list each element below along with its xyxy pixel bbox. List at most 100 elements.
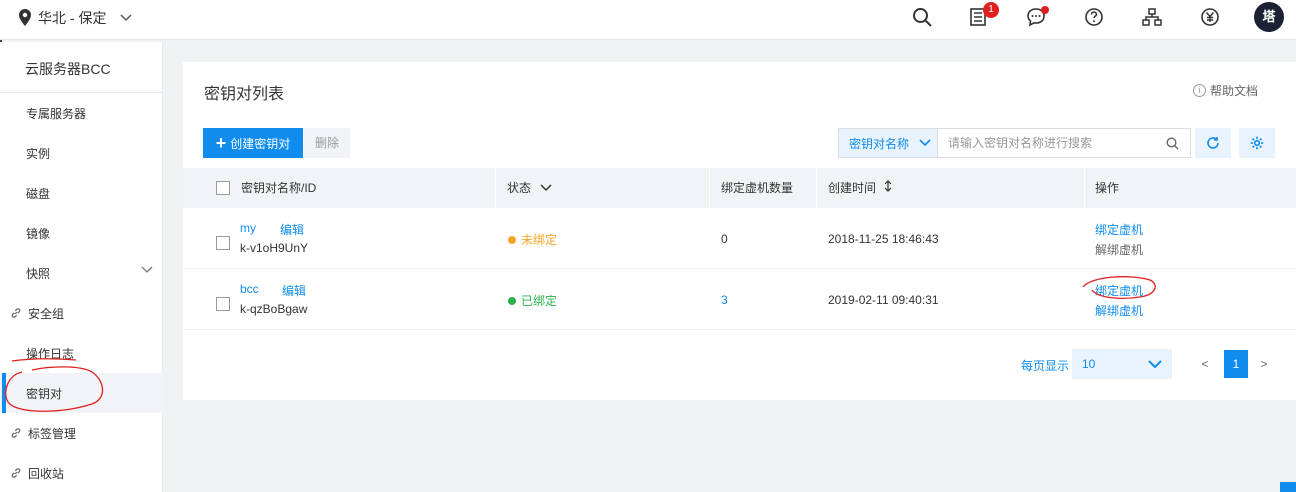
sidebar-item-snapshots[interactable]: 快照: [0, 253, 163, 293]
sidebar-item-security-groups[interactable]: 安全组: [0, 293, 163, 333]
link-icon: [11, 428, 21, 438]
link-icon: [11, 468, 21, 478]
plus-icon: +: [215, 133, 227, 153]
sidebar-item-label: 实例: [26, 146, 51, 161]
sidebar-item-label: 标签管理: [28, 426, 77, 441]
help-docs-label: 帮助文档: [1210, 84, 1259, 98]
region-selector[interactable]: 华北 - 保定: [18, 8, 132, 28]
delete-button[interactable]: 删除: [304, 128, 350, 158]
sidebar-item-tags[interactable]: 标签管理: [0, 413, 163, 453]
chevron-down-icon: [919, 139, 931, 147]
link-icon: [11, 308, 21, 318]
keypair-id: k-v1oH9UnY: [240, 241, 309, 255]
bind-vm-link[interactable]: 绑定虚机: [1095, 282, 1143, 299]
per-page-select[interactable]: 10: [1072, 349, 1172, 379]
created-time: 2019-02-11 09:40:31: [828, 293, 939, 307]
create-keypair-label: 创建密钥对: [230, 136, 291, 151]
status-badge: 已绑定: [508, 292, 557, 309]
sidebar-item-label: 密钥对: [26, 386, 63, 401]
sort-icon: [884, 180, 892, 192]
bound-count-link[interactable]: 3: [721, 293, 728, 307]
status-dot: [508, 296, 516, 305]
sidebar-item-dedicated[interactable]: 专属服务器: [0, 93, 163, 133]
column-bound-count: 绑定虚机数量: [721, 181, 794, 195]
chevron-down-icon: [120, 14, 132, 22]
message-icon[interactable]: [1025, 6, 1049, 28]
avatar[interactable]: 塔: [1254, 2, 1284, 32]
corner-widget[interactable]: [1280, 482, 1296, 492]
sidebar-item-operation-log[interactable]: 操作日志: [0, 333, 163, 373]
column-created[interactable]: 创建时间: [828, 168, 892, 208]
table-header: 密钥对名称/ID 状态 绑定虚机数量 创建时间 操作: [183, 168, 1296, 208]
help-icon[interactable]: [1083, 6, 1105, 28]
column-created-label: 创建时间: [828, 181, 877, 195]
billing-icon[interactable]: [1199, 6, 1221, 28]
column-divider: [1084, 168, 1085, 208]
info-icon: i: [1193, 84, 1206, 97]
column-status[interactable]: 状态: [507, 168, 552, 208]
search-icon: [1166, 137, 1179, 150]
bind-vm-link[interactable]: 绑定虚机: [1095, 221, 1143, 238]
page-title: 密钥对列表: [204, 86, 285, 103]
sidebar-item-label: 专属服务器: [26, 106, 87, 121]
keypair-id: k-qzBoBgaw: [240, 302, 308, 316]
column-name: 密钥对名称/ID: [241, 181, 317, 195]
top-bar: 华北 - 保定 1 塔: [0, 0, 1296, 40]
row-checkbox[interactable]: [216, 297, 230, 311]
sidebar-item-disks[interactable]: 磁盘: [0, 173, 163, 213]
status-dot: [508, 235, 516, 244]
column-divider: [816, 168, 817, 208]
edit-link[interactable]: 编辑: [282, 282, 306, 299]
page-1-button[interactable]: 1: [1224, 350, 1248, 378]
status-badge: 未绑定: [508, 231, 557, 248]
create-keypair-button[interactable]: + 创建密钥对: [203, 128, 303, 158]
search-icon[interactable]: [911, 6, 933, 28]
prev-page-button[interactable]: <: [1197, 352, 1213, 376]
sidebar-item-instances[interactable]: 实例: [0, 133, 163, 173]
row-checkbox[interactable]: [216, 236, 230, 250]
location-pin-icon: [19, 9, 31, 26]
bound-count: 0: [721, 232, 728, 246]
sidebar-item-recycle-bin[interactable]: 回收站: [0, 453, 163, 492]
column-divider: [495, 168, 496, 208]
chevron-down-icon: [1148, 359, 1162, 368]
network-icon[interactable]: [1141, 6, 1163, 28]
search-bar: 密钥对名称: [838, 128, 1191, 158]
edit-link[interactable]: 编辑: [280, 221, 304, 238]
sidebar-item-label: 镜像: [26, 226, 51, 241]
chevron-down-icon: [141, 266, 153, 273]
message-dot: [1041, 6, 1049, 14]
select-all-checkbox[interactable]: [216, 181, 230, 195]
sidebar-item-label: 回收站: [28, 466, 65, 481]
search-field-select[interactable]: 密钥对名称: [839, 129, 938, 157]
column-status-label: 状态: [507, 181, 532, 195]
unbind-vm-link[interactable]: 解绑虚机: [1095, 241, 1143, 258]
refresh-icon: [1207, 137, 1219, 149]
gear-icon: [1250, 136, 1264, 150]
keypair-list-card: 密钥对列表 i 帮助文档 + 创建密钥对 删除 密钥对名称 密钥对名称/ID 状…: [183, 62, 1296, 400]
keypair-name-link[interactable]: my: [240, 221, 256, 235]
sidebar-item-keypairs[interactable]: 密钥对: [0, 373, 163, 413]
notification-badge: 1: [983, 2, 999, 18]
sidebar-item-images[interactable]: 镜像: [0, 213, 163, 253]
table-row: bcc 编辑 k-qzBoBgaw 已绑定 3 2019-02-11 09:40…: [183, 269, 1296, 330]
sidebar-item-label: 安全组: [28, 306, 65, 321]
sidebar-title: 云服务器BCC: [0, 42, 163, 93]
chevron-down-icon: [540, 184, 552, 192]
orders-icon[interactable]: 1: [967, 2, 999, 28]
search-input[interactable]: [938, 129, 1190, 157]
unbind-vm-link[interactable]: 解绑虚机: [1095, 302, 1143, 319]
help-docs-link[interactable]: i 帮助文档: [1193, 82, 1258, 99]
search-field-label: 密钥对名称: [849, 136, 910, 151]
table-row: my 编辑 k-v1oH9UnY 未绑定 0 2018-11-25 18:46:…: [183, 208, 1296, 269]
refresh-button[interactable]: [1195, 128, 1231, 158]
per-page-value: 10: [1082, 357, 1096, 371]
sidebar-item-label: 快照: [26, 266, 51, 281]
per-page-label: 每页显示: [1021, 359, 1070, 373]
sidebar-item-label: 操作日志: [26, 346, 75, 361]
sidebar: 云服务器BCC 专属服务器 实例 磁盘 镜像 快照 安全组 操作日志 密钥对 标…: [0, 42, 163, 492]
keypair-name-link[interactable]: bcc: [240, 282, 259, 296]
settings-button[interactable]: [1239, 128, 1275, 158]
status-label: 已绑定: [521, 294, 558, 308]
next-page-button[interactable]: >: [1256, 352, 1272, 376]
